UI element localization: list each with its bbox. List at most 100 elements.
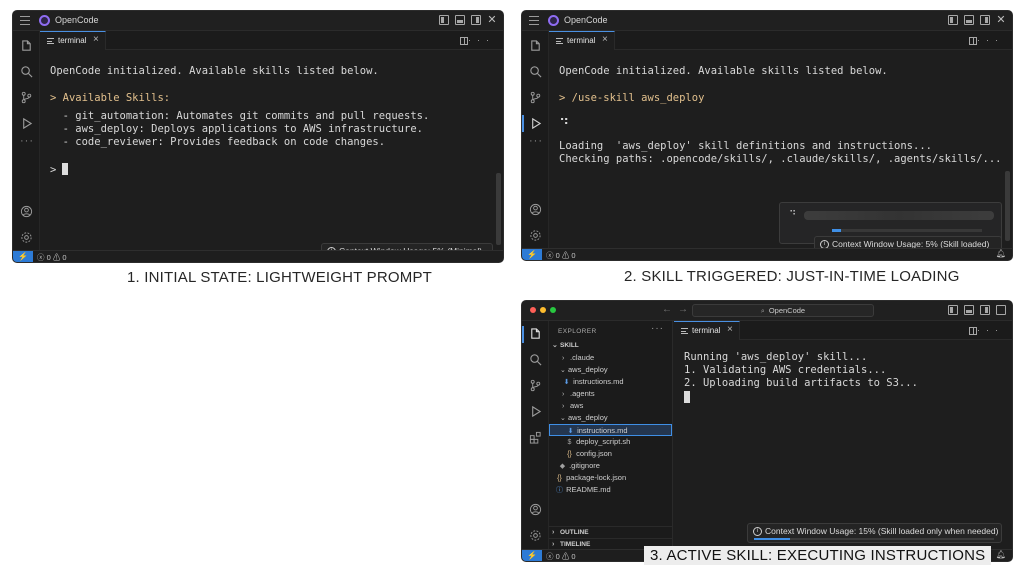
explorer-icon[interactable] <box>529 40 542 53</box>
more-actions-icon[interactable]: ··· <box>977 325 1004 335</box>
tree-item-root[interactable]: ⌄ SKILL <box>549 340 672 352</box>
tree-item-folder[interactable]: ⌄ aws_deploy <box>549 364 672 376</box>
tree-item-label: instructions.md <box>573 377 624 386</box>
tree-item-file-selected[interactable]: ⬇ instructions.md <box>549 424 672 436</box>
toggle-sidebar-icon[interactable] <box>439 15 449 25</box>
menu-icon[interactable] <box>529 16 539 25</box>
problems-count[interactable]: ⓧ 0 ⚠ 0 <box>546 551 576 561</box>
terminal-line: OpenCode initialized. Available skills l… <box>559 65 888 77</box>
tree-item-label: README.md <box>566 485 611 494</box>
section-label: TIMELINE <box>560 541 591 548</box>
tree-item-file[interactable]: {} config.json <box>549 448 672 460</box>
problems-count[interactable]: ⓧ 0 ⚠ 0 <box>37 252 67 262</box>
explorer-icon[interactable] <box>20 40 33 53</box>
layout-controls: ✕ <box>948 15 1006 26</box>
source-control-icon[interactable] <box>529 379 542 392</box>
tab-close-icon[interactable]: × <box>93 34 99 45</box>
toggle-secondary-sidebar-icon[interactable] <box>980 305 990 315</box>
close-window-icon[interactable]: ✕ <box>487 15 497 26</box>
caption-panel-2: 2. SKILL TRIGGERED: JUST-IN-TIME LOADING <box>624 268 960 285</box>
terminal-output[interactable]: Running 'aws_deploy' skill... 1. Validat… <box>674 341 1012 549</box>
source-control-icon[interactable] <box>20 91 33 104</box>
tree-item-folder[interactable]: › .agents <box>549 388 672 400</box>
terminal-line: Loading 'aws_deploy' skill definitions a… <box>559 140 932 152</box>
tab-terminal[interactable]: terminal × <box>674 321 740 340</box>
run-debug-icon[interactable] <box>522 115 542 132</box>
tab-terminal[interactable]: terminal × <box>549 31 615 50</box>
source-control-icon[interactable] <box>529 91 542 104</box>
split-editor-icon[interactable] <box>969 326 977 335</box>
customize-layout-icon[interactable] <box>996 305 1006 315</box>
account-icon[interactable] <box>529 503 542 516</box>
notifications-bell-icon[interactable]: 🔔︎ <box>996 249 1006 258</box>
terminal-output[interactable]: OpenCode initialized. Available skills l… <box>40 51 503 250</box>
more-icon[interactable]: ··· <box>20 135 34 147</box>
tab-close-icon[interactable]: × <box>602 34 608 45</box>
close-window-icon[interactable]: ✕ <box>996 15 1006 26</box>
info-icon: i <box>753 527 762 536</box>
back-arrow-icon[interactable]: ← <box>662 304 678 315</box>
run-debug-icon[interactable] <box>529 405 542 418</box>
section-label: OUTLINE <box>560 529 589 536</box>
scrollbar[interactable] <box>1005 171 1010 241</box>
account-icon[interactable] <box>20 205 33 218</box>
layout-controls: ✕ <box>439 15 497 26</box>
settings-gear-icon[interactable] <box>20 231 33 244</box>
tree-item-folder[interactable]: ⌄ aws_deploy <box>549 412 672 424</box>
error-icon: ⓧ <box>546 251 554 260</box>
split-editor-icon[interactable] <box>969 36 977 45</box>
menu-icon[interactable] <box>20 16 30 25</box>
toggle-panel-icon[interactable] <box>964 305 974 315</box>
toggle-sidebar-icon[interactable] <box>948 15 958 25</box>
problems-count[interactable]: ⓧ 0 ⚠ 0 <box>546 250 576 260</box>
maximize-button[interactable] <box>550 307 556 313</box>
terminal-icon <box>47 38 54 44</box>
tab-terminal[interactable]: terminal × <box>40 31 106 50</box>
search-icon[interactable] <box>20 65 33 78</box>
search-icon[interactable] <box>529 353 542 366</box>
editor-actions: ··· <box>460 35 495 45</box>
split-editor-icon[interactable] <box>460 36 468 45</box>
tree-item-label: config.json <box>576 449 612 458</box>
scrollbar[interactable] <box>496 173 501 245</box>
toggle-secondary-sidebar-icon[interactable] <box>471 15 481 25</box>
tree-item-folder[interactable]: › .claude <box>549 352 672 364</box>
more-actions-icon[interactable]: ··· <box>977 35 1004 45</box>
account-icon[interactable] <box>529 203 542 216</box>
activity-bar: ··· <box>13 31 40 250</box>
toggle-panel-icon[interactable] <box>964 15 974 25</box>
remote-icon[interactable]: ⚡ <box>522 249 542 260</box>
explorer-more-icon[interactable]: ··· <box>651 323 664 334</box>
search-icon[interactable] <box>529 65 542 78</box>
opencode-logo-icon <box>39 15 50 26</box>
remote-icon[interactable]: ⚡ <box>13 251 33 262</box>
toggle-sidebar-icon[interactable] <box>948 305 958 315</box>
minimize-button[interactable] <box>540 307 546 313</box>
tree-item-file[interactable]: $ deploy_script.sh <box>549 436 672 448</box>
explorer-icon[interactable] <box>522 326 542 343</box>
tree-item-label: aws_deploy <box>568 413 608 422</box>
caption-panel-3: 3. ACTIVE SKILL: EXECUTING INSTRUCTIONS <box>644 546 992 565</box>
toggle-panel-icon[interactable] <box>455 15 465 25</box>
extensions-icon[interactable] <box>529 431 542 444</box>
toggle-secondary-sidebar-icon[interactable] <box>980 15 990 25</box>
section-outline[interactable]: › OUTLINE <box>549 526 672 538</box>
settings-gear-icon[interactable] <box>529 529 542 542</box>
close-button[interactable] <box>530 307 536 313</box>
tree-item-folder[interactable]: › aws <box>549 400 672 412</box>
settings-gear-icon[interactable] <box>529 229 542 242</box>
notifications-bell-icon[interactable]: 🔔︎ <box>996 550 1006 559</box>
tree-item-file[interactable]: ⬇ instructions.md <box>549 376 672 388</box>
tab-close-icon[interactable]: × <box>727 324 733 335</box>
tree-item-file[interactable]: ⓘ README.md <box>549 484 672 496</box>
command-center[interactable]: ⌕ OpenCode <box>692 304 874 317</box>
tree-item-file[interactable]: {} package-lock.json <box>549 472 672 484</box>
tab-label: terminal <box>567 36 596 45</box>
status-bar: ⚡ ⓧ 0 ⚠ 0 🔔︎ <box>522 248 1012 260</box>
terminal-command: > /use-skill aws_deploy <box>559 92 705 104</box>
more-actions-icon[interactable]: ··· <box>468 35 495 45</box>
more-icon[interactable]: ··· <box>529 135 543 147</box>
run-debug-icon[interactable] <box>20 117 33 130</box>
tree-item-file[interactable]: ◆ .gitignore <box>549 460 672 472</box>
remote-icon[interactable]: ⚡ <box>522 550 542 561</box>
